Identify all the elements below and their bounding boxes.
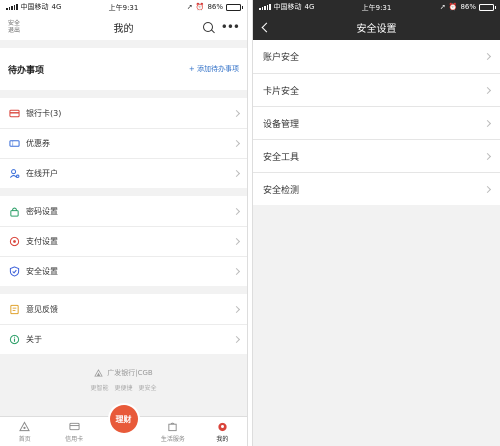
menu-item-bank-card[interactable]: 银行卡(3) bbox=[0, 98, 247, 128]
phone-screen-mine: 中国移动 4G 上午9:31 ➚ ⏰ 86% 安全 退出 我的 ••• 待办事项… bbox=[0, 0, 248, 446]
menu-item-label: 在线开户 bbox=[26, 169, 58, 178]
search-icon[interactable] bbox=[202, 22, 213, 32]
carrier-label: 中国移动 bbox=[20, 3, 49, 11]
bank-logo-icon bbox=[94, 368, 103, 377]
tab-label: 信用卡 bbox=[65, 436, 84, 443]
menu-group: 密码设置支付设置安全设置 bbox=[0, 196, 247, 286]
security-item-label: 安全检测 bbox=[263, 185, 300, 196]
brand-name: 广发银行|CGB bbox=[107, 369, 153, 377]
phone-screen-security-settings: 中国移动 4G 上午9:31 ➚ ⏰ 86% 安全设置 账户安全卡片安全设备管理… bbox=[252, 0, 500, 446]
menu-item-lock[interactable]: 密码设置 bbox=[0, 196, 247, 226]
security-item[interactable]: 账户安全 bbox=[253, 40, 500, 73]
security-item-label: 安全工具 bbox=[263, 152, 300, 163]
chevron-right-icon bbox=[232, 169, 241, 178]
location-icon: ➚ bbox=[186, 3, 193, 11]
menu-item-label: 支付设置 bbox=[26, 237, 58, 246]
tab-credit-card[interactable]: 信用卡 bbox=[49, 417, 98, 446]
security-item-label: 账户安全 bbox=[263, 53, 300, 63]
location-icon: ➚ bbox=[439, 3, 446, 11]
page-title: 安全设置 bbox=[356, 23, 397, 35]
status-bar: 中国移动 4G 上午9:31 ➚ ⏰ 86% bbox=[253, 0, 500, 14]
back-arrow-icon[interactable] bbox=[261, 22, 272, 32]
menu-item-label: 安全设置 bbox=[26, 267, 58, 276]
security-item[interactable]: 设备管理 bbox=[253, 106, 500, 139]
nav-header: 安全设置 bbox=[253, 14, 500, 40]
chevron-right-icon bbox=[232, 237, 241, 246]
alarm-icon: ⏰ bbox=[195, 3, 205, 11]
chevron-right-icon bbox=[483, 119, 492, 127]
battery-percent: 86% bbox=[207, 3, 223, 11]
info-icon bbox=[8, 334, 20, 346]
slogan: 更便捷 bbox=[114, 385, 133, 392]
todo-section: 待办事项 + 添加待办事项 bbox=[0, 48, 247, 90]
menu-groups: 银行卡(3) 优惠券在线开户密码设置支付设置安全设置意见反馈关于 bbox=[0, 98, 247, 354]
feedback-icon bbox=[8, 303, 20, 315]
tab-label: 生活服务 bbox=[160, 436, 185, 443]
account-open-icon bbox=[8, 168, 20, 180]
tab-mine[interactable]: 我的 bbox=[198, 417, 247, 446]
security-item[interactable]: 卡片安全 bbox=[253, 73, 500, 106]
home-icon bbox=[19, 421, 31, 432]
chevron-right-icon bbox=[483, 185, 492, 193]
tab-label: 我的 bbox=[216, 436, 229, 443]
bank-card-icon bbox=[8, 107, 20, 119]
menu-item-label: 密码设置 bbox=[26, 206, 58, 216]
menu-group: 银行卡(3) 优惠券在线开户 bbox=[0, 98, 247, 188]
security-item-label: 卡片安全 bbox=[263, 86, 300, 97]
page-header: 安全 退出 我的 ••• bbox=[0, 14, 247, 40]
tab-life-services[interactable]: 生活服务 bbox=[148, 417, 197, 446]
slogan: 更安全 bbox=[138, 385, 157, 392]
chevron-right-icon bbox=[232, 139, 241, 148]
menu-item-label: 优惠券 bbox=[26, 139, 50, 148]
security-item[interactable]: 安全工具 bbox=[253, 139, 500, 172]
chevron-right-icon bbox=[232, 267, 241, 276]
network-label: 4G bbox=[51, 3, 62, 11]
chevron-right-icon bbox=[483, 86, 492, 94]
shield-icon bbox=[8, 266, 20, 278]
credit-card-icon bbox=[69, 422, 80, 431]
menu-item-label: 关于 bbox=[26, 335, 42, 344]
tab-finance[interactable]: 理财 bbox=[99, 405, 148, 446]
signal-icon bbox=[259, 4, 271, 10]
battery-icon bbox=[226, 3, 243, 11]
status-bar: 中国移动 4G 上午9:31 ➚ ⏰ 86% bbox=[0, 0, 247, 14]
menu-item-label: 意见反馈 bbox=[26, 304, 58, 314]
security-settings-list: 账户安全卡片安全设备管理安全工具安全检测 bbox=[253, 40, 500, 205]
menu-item-coupon[interactable]: 优惠券 bbox=[0, 128, 247, 158]
alarm-icon: ⏰ bbox=[448, 3, 458, 11]
menu-item-shield[interactable]: 安全设置 bbox=[0, 256, 247, 286]
security-item-label: 设备管理 bbox=[263, 119, 300, 130]
battery-icon bbox=[479, 3, 496, 11]
menu-item-label: 银行卡(3) bbox=[26, 108, 62, 118]
tab-home[interactable]: 首页 bbox=[0, 417, 49, 446]
menu-group: 意见反馈 关于 bbox=[0, 294, 247, 354]
security-item[interactable]: 安全检测 bbox=[253, 172, 500, 205]
menu-item-payment[interactable]: 支付设置 bbox=[0, 226, 247, 256]
chevron-right-icon bbox=[232, 335, 241, 344]
todo-title: 待办事项 bbox=[8, 65, 45, 76]
chevron-right-icon bbox=[483, 52, 492, 61]
carrier-label: 中国移动 bbox=[273, 3, 302, 11]
menu-item-feedback[interactable]: 意见反馈 bbox=[0, 294, 247, 324]
mine-icon bbox=[218, 422, 227, 432]
chevron-right-icon bbox=[232, 109, 241, 117]
coupon-icon bbox=[8, 138, 20, 150]
tab-label: 首页 bbox=[18, 436, 31, 443]
chevron-right-icon bbox=[232, 207, 241, 215]
chevron-right-icon bbox=[483, 152, 492, 160]
brand-footer: 广发银行|CGB 更智能 更便捷 更安全 bbox=[0, 368, 247, 392]
battery-percent: 86% bbox=[460, 3, 476, 11]
finance-fab-button[interactable]: 理财 bbox=[109, 405, 138, 433]
lock-icon bbox=[8, 205, 20, 217]
slogan: 更智能 bbox=[90, 385, 109, 392]
menu-item-info[interactable]: 关于 bbox=[0, 324, 247, 354]
menu-item-account-open[interactable]: 在线开户 bbox=[0, 158, 247, 188]
chevron-right-icon bbox=[232, 305, 241, 313]
add-todo-button[interactable]: + 添加待办事项 bbox=[189, 64, 239, 74]
payment-icon bbox=[8, 236, 20, 248]
shopping-bag-icon bbox=[168, 422, 178, 432]
network-label: 4G bbox=[304, 3, 315, 11]
signal-icon bbox=[6, 4, 18, 10]
tab-bar: 首页 信用卡 理财 生活服务 我的 bbox=[0, 405, 247, 446]
